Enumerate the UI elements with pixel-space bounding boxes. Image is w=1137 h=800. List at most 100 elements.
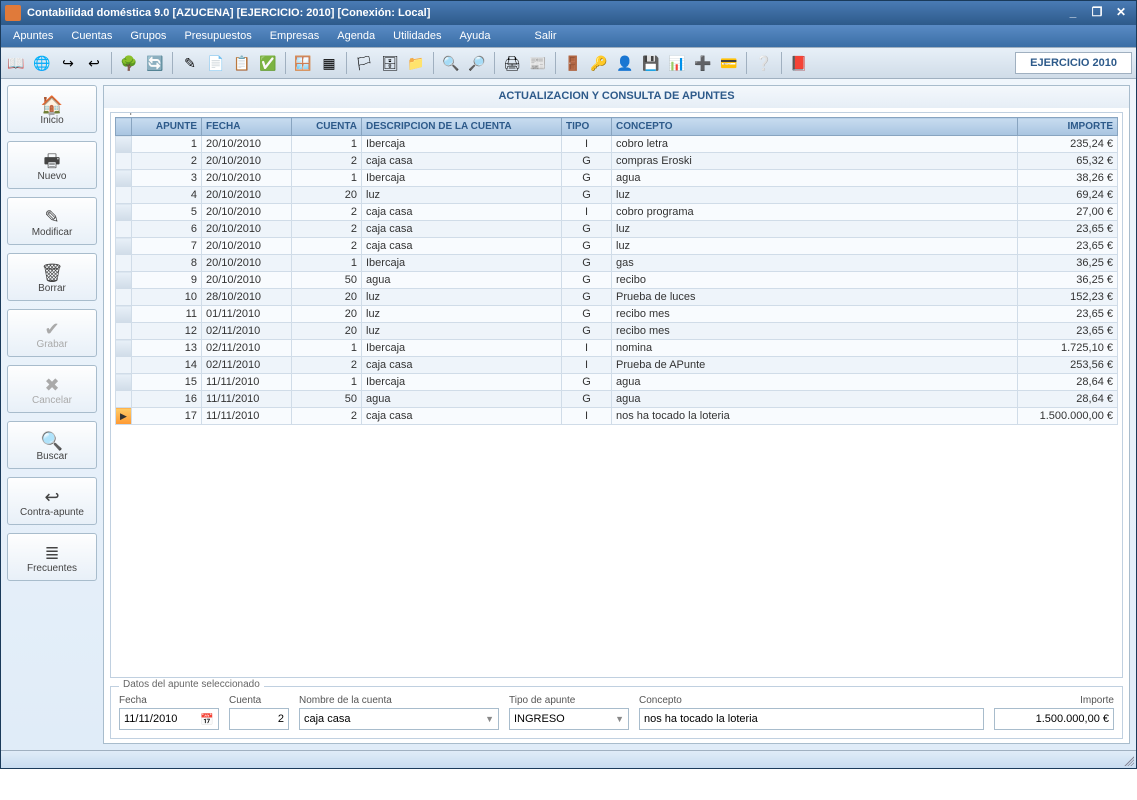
menu-utilidades[interactable]: Utilidades bbox=[385, 28, 449, 44]
chevron-down-icon: ▼ bbox=[485, 714, 494, 724]
menu-cuentas[interactable]: Cuentas bbox=[63, 28, 120, 44]
minimize-button[interactable]: _ bbox=[1062, 5, 1084, 21]
col-fecha[interactable]: FECHA bbox=[202, 118, 292, 136]
tb-door-icon[interactable]: 🚪 bbox=[562, 52, 584, 74]
menu-presupuestos[interactable]: Presupuestos bbox=[176, 28, 259, 44]
tb-search-icon[interactable]: 🔍 bbox=[440, 52, 462, 74]
col-importe[interactable]: IMPORTE bbox=[1018, 118, 1118, 136]
tb-folder-icon[interactable]: 📁 bbox=[405, 52, 427, 74]
tb-card-icon[interactable]: 💳 bbox=[718, 52, 740, 74]
detail-cuenta-input[interactable]: 2 bbox=[229, 708, 289, 730]
col-apunte[interactable]: APUNTE bbox=[132, 118, 202, 136]
tb-print-icon[interactable]: 🖨 bbox=[501, 52, 523, 74]
table-row[interactable]: 420/10/201020luzGluz69,24 € bbox=[116, 187, 1118, 204]
col-cuenta[interactable]: CUENTA bbox=[292, 118, 362, 136]
tb-filter-icon[interactable]: 🏳 bbox=[353, 52, 375, 74]
titlebar[interactable]: Contabilidad doméstica 9.0 [AZUCENA] [EJ… bbox=[1, 1, 1136, 25]
grid-scroll[interactable]: APUNTE FECHA CUENTA DESCRIPCION DE LA CU… bbox=[115, 117, 1118, 673]
cell-importe: 23,65 € bbox=[1018, 323, 1118, 340]
menu-ayuda[interactable]: Ayuda bbox=[451, 28, 498, 44]
menu-apuntes[interactable]: Apuntes bbox=[5, 28, 61, 44]
tb-window-icon[interactable]: 🪟 bbox=[292, 52, 314, 74]
side-btn-nuevo[interactable]: 🖶Nuevo bbox=[7, 141, 97, 189]
tb-help-icon[interactable]: ❔ bbox=[753, 52, 775, 74]
tb-zoom-icon[interactable]: 🔎 bbox=[466, 52, 488, 74]
cell-tipo: I bbox=[562, 204, 612, 221]
menu-agenda[interactable]: Agenda bbox=[329, 28, 383, 44]
cell-apunte: 7 bbox=[132, 238, 202, 255]
tb-save-icon[interactable]: 💾 bbox=[640, 52, 662, 74]
table-row[interactable]: 1101/11/201020luzGrecibo mes23,65 € bbox=[116, 306, 1118, 323]
cell-desc: Ibercaja bbox=[362, 255, 562, 272]
table-row[interactable]: 920/10/201050aguaGrecibo36,25 € bbox=[116, 272, 1118, 289]
tb-sheet-icon[interactable]: 📊 bbox=[666, 52, 688, 74]
table-row[interactable]: 520/10/20102caja casaIcobro programa27,0… bbox=[116, 204, 1118, 221]
cell-fecha: 11/11/2010 bbox=[202, 391, 292, 408]
tb-add-icon[interactable]: ➕ bbox=[692, 52, 714, 74]
menu-salir[interactable]: Salir bbox=[526, 28, 564, 44]
tb-world-icon[interactable]: 🌐 bbox=[31, 52, 53, 74]
cell-apunte: 10 bbox=[132, 289, 202, 306]
table-row[interactable]: 220/10/20102caja casaGcompras Eroski65,3… bbox=[116, 153, 1118, 170]
tb-db-icon[interactable]: 🗄 bbox=[379, 52, 401, 74]
tb-export-icon[interactable]: ↪ bbox=[57, 52, 79, 74]
tb-user-icon[interactable]: 👤 bbox=[614, 52, 636, 74]
tb-copy-icon[interactable]: 📋 bbox=[231, 52, 253, 74]
row-indicator bbox=[116, 187, 132, 204]
cell-concepto: recibo mes bbox=[612, 306, 1018, 323]
tb-grid-icon[interactable]: ▦ bbox=[318, 52, 340, 74]
table-row[interactable]: 1611/11/201050aguaGagua28,64 € bbox=[116, 391, 1118, 408]
cell-desc: Ibercaja bbox=[362, 374, 562, 391]
table-row[interactable]: 720/10/20102caja casaGluz23,65 € bbox=[116, 238, 1118, 255]
table-row[interactable]: 120/10/20101IbercajaIcobro letra235,24 € bbox=[116, 136, 1118, 153]
tb-edit-icon[interactable]: ✎ bbox=[179, 52, 201, 74]
table-row[interactable]: 1402/11/20102caja casaIPrueba de APunte2… bbox=[116, 357, 1118, 374]
maximize-button[interactable]: ❐ bbox=[1086, 5, 1108, 21]
col-rowhead[interactable] bbox=[116, 118, 132, 136]
detail-nombre-select[interactable]: caja casa ▼ bbox=[299, 708, 499, 730]
side-btn-buscar[interactable]: 🔍Buscar bbox=[7, 421, 97, 469]
menu-empresas[interactable]: Empresas bbox=[262, 28, 328, 44]
detail-concepto-input[interactable]: nos ha tocado la loteria bbox=[639, 708, 984, 730]
detail-legend: Datos del apunte seleccionado bbox=[119, 679, 264, 690]
side-btn-modificar[interactable]: ✎Modificar bbox=[7, 197, 97, 245]
table-row[interactable]: 1302/11/20101IbercajaInomina1.725,10 € bbox=[116, 340, 1118, 357]
table-row[interactable]: ▶1711/11/20102caja casaInos ha tocado la… bbox=[116, 408, 1118, 425]
table-row[interactable]: 1028/10/201020luzGPrueba de luces152,23 … bbox=[116, 289, 1118, 306]
table-row[interactable]: 620/10/20102caja casaGluz23,65 € bbox=[116, 221, 1118, 238]
tb-check-icon[interactable]: ✅ bbox=[257, 52, 279, 74]
tb-preview-icon[interactable]: 📰 bbox=[527, 52, 549, 74]
tb-tree-icon[interactable]: 🌳 bbox=[118, 52, 140, 74]
tb-book-icon[interactable]: 📖 bbox=[5, 52, 27, 74]
apuntes-grid[interactable]: APUNTE FECHA CUENTA DESCRIPCION DE LA CU… bbox=[115, 117, 1118, 425]
detail-tipo-select[interactable]: INGRESO ▼ bbox=[509, 708, 629, 730]
table-row[interactable]: 1202/11/201020luzGrecibo mes23,65 € bbox=[116, 323, 1118, 340]
side-btn-inicio[interactable]: 🏠Inicio bbox=[7, 85, 97, 133]
tb-exit-icon[interactable]: 📕 bbox=[788, 52, 810, 74]
table-row[interactable]: 1511/11/20101IbercajaGagua28,64 € bbox=[116, 374, 1118, 391]
detail-fecha-input[interactable]: 11/11/2010 📅 bbox=[119, 708, 219, 730]
col-concepto[interactable]: CONCEPTO bbox=[612, 118, 1018, 136]
tb-note-icon[interactable]: 📄 bbox=[205, 52, 227, 74]
tb-key-icon[interactable]: 🔑 bbox=[588, 52, 610, 74]
detail-tipo-value: INGRESO bbox=[514, 713, 565, 725]
side-btn-borrar[interactable]: 🗑Borrar bbox=[7, 253, 97, 301]
cell-tipo: G bbox=[562, 153, 612, 170]
calendar-icon[interactable]: 📅 bbox=[200, 713, 214, 726]
side-btn-frecuentes[interactable]: ≣Frecuentes bbox=[7, 533, 97, 581]
table-row[interactable]: 320/10/20101IbercajaGagua38,26 € bbox=[116, 170, 1118, 187]
side-btn-contra-apunte[interactable]: ↩Contra-apunte bbox=[7, 477, 97, 525]
cell-apunte: 11 bbox=[132, 306, 202, 323]
cell-desc: luz bbox=[362, 289, 562, 306]
cell-tipo: G bbox=[562, 272, 612, 289]
menu-grupos[interactable]: Grupos bbox=[122, 28, 174, 44]
col-desc[interactable]: DESCRIPCION DE LA CUENTA bbox=[362, 118, 562, 136]
resize-grip-icon[interactable] bbox=[1122, 754, 1134, 766]
close-button[interactable]: ✕ bbox=[1110, 5, 1132, 21]
col-tipo[interactable]: TIPO bbox=[562, 118, 612, 136]
tb-import-icon[interactable]: ↩ bbox=[83, 52, 105, 74]
tb-refresh-icon[interactable]: 🔄 bbox=[144, 52, 166, 74]
detail-importe-input[interactable]: 1.500.000,00 € bbox=[994, 708, 1114, 730]
detail-importe-value: 1.500.000,00 € bbox=[1036, 713, 1109, 725]
table-row[interactable]: 820/10/20101IbercajaGgas36,25 € bbox=[116, 255, 1118, 272]
